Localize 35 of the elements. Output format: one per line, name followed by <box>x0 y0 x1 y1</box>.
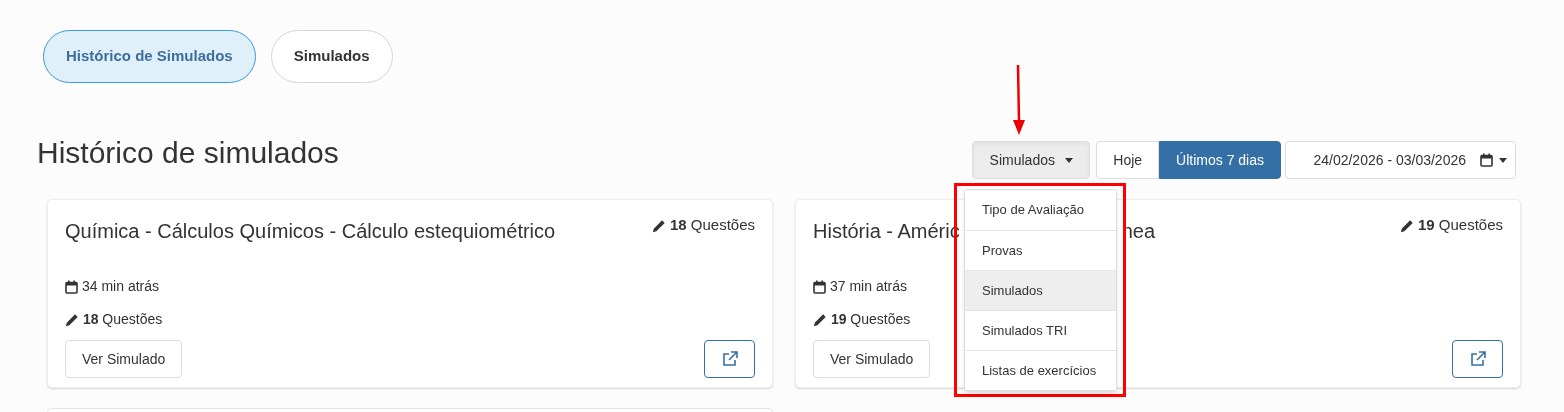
filter-dropdown[interactable]: Simulados <box>972 141 1091 179</box>
view-button[interactable]: Ver Simulado <box>813 340 931 378</box>
open-external-button[interactable] <box>1452 340 1503 378</box>
open-external-button[interactable] <box>704 340 755 378</box>
annotation-arrow <box>1012 64 1026 136</box>
external-link-icon <box>1469 351 1486 367</box>
question-count: 18 Questões <box>65 309 163 330</box>
view-button[interactable]: Ver Simulado <box>65 340 183 378</box>
menu-item[interactable]: Simulados <box>965 270 1116 310</box>
pencil-icon <box>65 313 79 328</box>
caret-icon <box>1064 157 1073 163</box>
page-heading: Histórico de simulados <box>37 138 339 168</box>
range-button[interactable]: Últimos 7 dias <box>1159 141 1281 179</box>
card-title: Química - Cálculos Químicos - Cálculo estequiométrico <box>65 219 556 244</box>
time-ago: 34 min atrás <box>65 276 160 297</box>
calendar-icon <box>1480 153 1493 167</box>
calendar-icon <box>813 279 826 294</box>
date-range-field[interactable]: 24/02/2026 - 03/03/2026 <box>1285 141 1516 179</box>
pencil-icon <box>651 219 666 234</box>
time-ago: 37 min atrás <box>813 276 908 297</box>
menu-item[interactable]: Tipo de Avaliação <box>965 190 1116 230</box>
pencil-icon <box>1399 219 1414 234</box>
external-link-icon <box>721 351 738 367</box>
menu-item[interactable]: Simulados TRI <box>965 310 1116 350</box>
menu-item[interactable]: Provas <box>965 230 1116 270</box>
pencil-icon <box>813 313 827 328</box>
question-count: 19 Questões <box>1399 214 1503 246</box>
question-count: 19 Questões <box>813 309 911 330</box>
calendar-icon <box>65 279 78 294</box>
menu-item[interactable]: Listas de exercícios <box>965 350 1116 390</box>
question-count: 18 Questões <box>651 214 755 246</box>
caret-icon <box>1499 157 1507 163</box>
range-button[interactable]: Hoje <box>1096 141 1160 179</box>
tab[interactable]: Histórico de Simulados <box>43 30 256 83</box>
tab[interactable]: Simulados <box>270 30 393 83</box>
